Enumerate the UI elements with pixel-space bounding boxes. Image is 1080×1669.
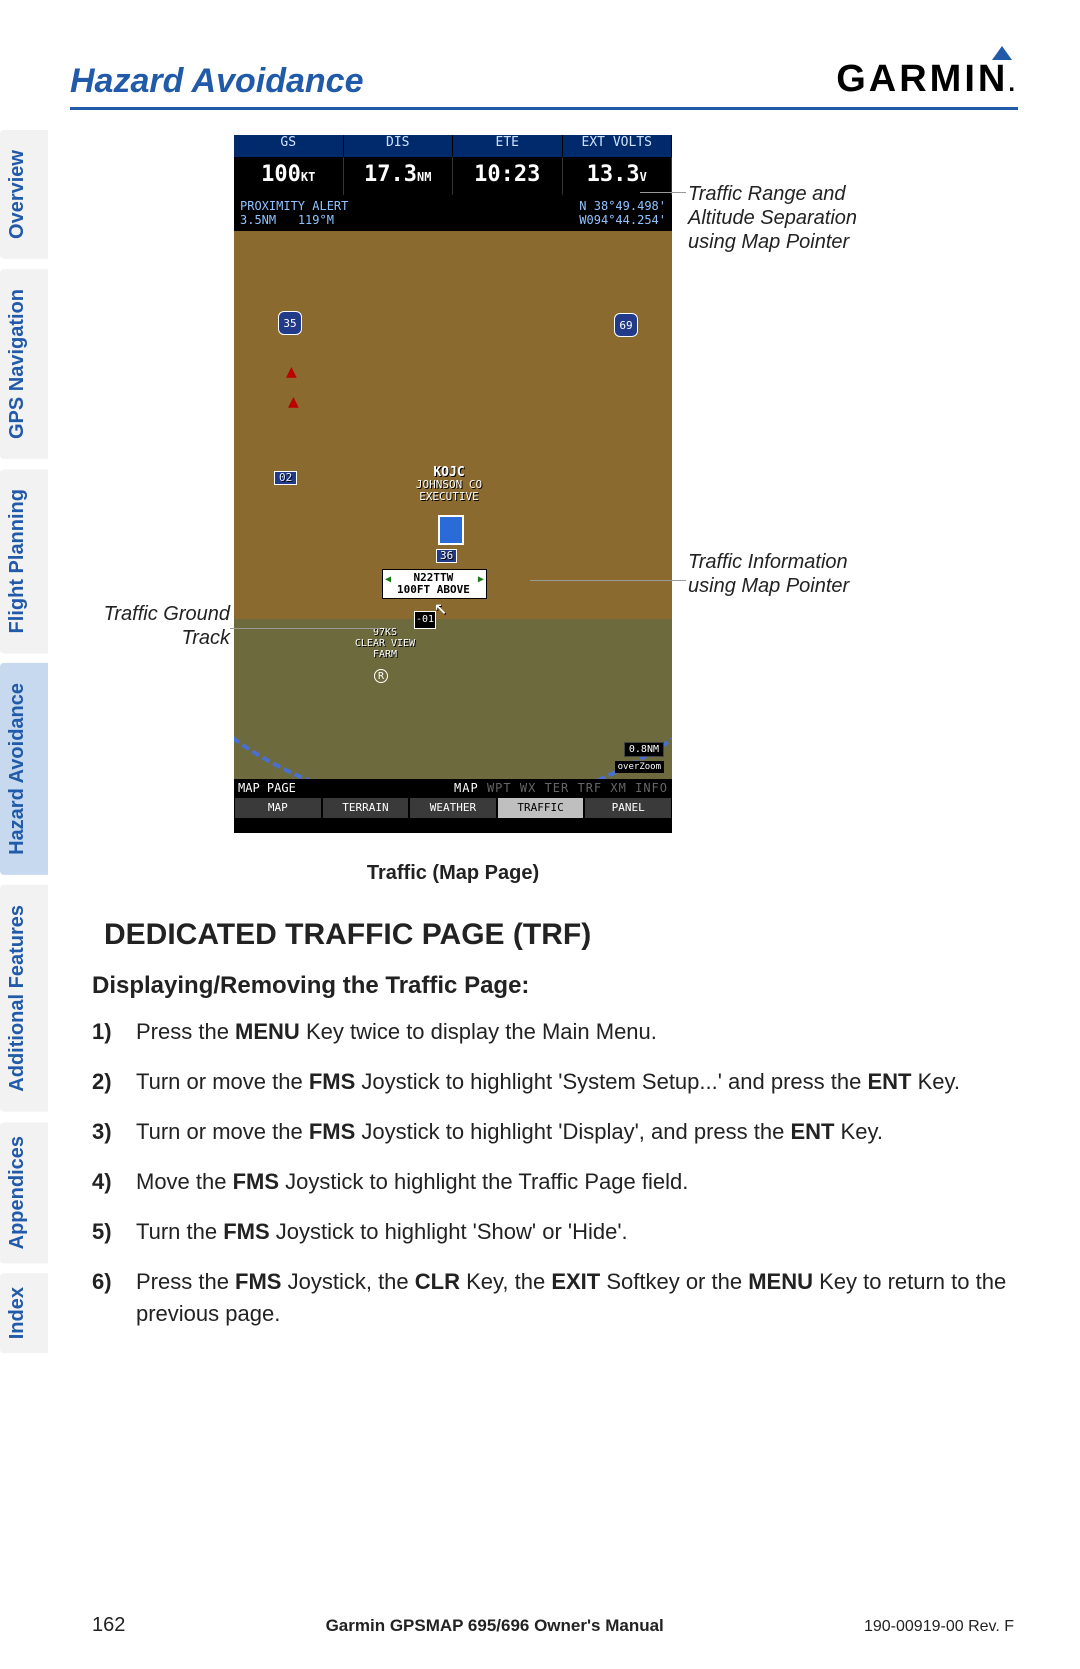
value-volts: 13.3V <box>563 157 673 195</box>
tab-hazard-avoidance[interactable]: Hazard Avoidance <box>0 663 48 875</box>
figure-caption: Traffic (Map Page) <box>234 862 672 885</box>
tab-gps-navigation[interactable]: GPS Navigation <box>0 269 48 459</box>
pointer-lat: N 38°49.498' <box>579 199 666 213</box>
pointer-lon: W094°44.254' <box>579 213 666 227</box>
callout-info: Traffic Information using Map Pointer <box>688 550 888 598</box>
softkey-weather[interactable]: WEATHER <box>410 798 496 818</box>
obstacle-icon: ▲ <box>286 361 297 382</box>
label-volts: EXT VOLTS <box>563 135 673 157</box>
page-footer: 162 Garmin GPSMAP 695/696 Owner's Manual… <box>0 1614 1080 1637</box>
heading-02: 02 <box>274 471 297 485</box>
callout-ground-track: Traffic Ground Track <box>90 602 230 650</box>
softkey-bar: MAP TERRAIN WEATHER TRAFFIC PANEL <box>234 797 672 819</box>
step-6: 6) Press the FMS Joystick, the CLR Key, … <box>92 1266 1014 1330</box>
page-indices: MAP WPT WX TER TRF XM INFO <box>454 781 668 795</box>
softkey-traffic[interactable]: TRAFFIC <box>498 798 584 818</box>
callout-range: Traffic Range and Altitude Separation us… <box>688 182 888 254</box>
ownship-icon <box>438 515 464 545</box>
manual-title: Garmin GPSMAP 695/696 Owner's Manual <box>326 1616 664 1636</box>
step-4: 4) Move the FMS Joystick to highlight th… <box>92 1166 1014 1198</box>
gps-field-labels: GS DIS ETE EXT VOLTS <box>234 135 672 157</box>
softkey-panel[interactable]: PANEL <box>585 798 671 818</box>
current-page-label: MAP PAGE <box>238 781 296 795</box>
runway-36: 36 <box>436 549 457 563</box>
proximity-bearing: 119°M <box>298 213 334 227</box>
proximity-distance: 3.5NM <box>240 213 276 227</box>
value-dis: 17.3NM <box>344 157 454 195</box>
tab-index[interactable]: Index <box>0 1273 48 1353</box>
highway-shield-35: 35 <box>278 311 302 335</box>
tab-appendices[interactable]: Appendices <box>0 1122 48 1263</box>
overzoom-label: overZoom <box>615 761 664 773</box>
page-group-bar: MAP PAGE MAP WPT WX TER TRF XM INFO <box>234 779 672 797</box>
highway-shield-69: 69 <box>614 313 638 337</box>
softkey-map[interactable]: MAP <box>235 798 321 818</box>
gps-field-values: 100KT 17.3NM 10:23 13.3V <box>234 157 672 195</box>
procedure-heading: Displaying/Removing the Traffic Page: <box>92 972 529 1000</box>
section-title: Hazard Avoidance <box>70 62 364 101</box>
page-header: Hazard Avoidance GARMIN <box>70 58 1018 110</box>
farm-label: 97KS CLEAR VIEW FARM <box>346 627 424 660</box>
label-gs: GS <box>234 135 344 157</box>
proximity-bar: PROXIMITY ALERT 3.5NM 119°M N 38°49.498'… <box>234 195 672 231</box>
step-2: 2) Turn or move the FMS Joystick to high… <box>92 1066 1014 1098</box>
step-1: 1) Press the MENU Key twice to display t… <box>92 1016 1014 1048</box>
tab-additional-features[interactable]: Additional Features <box>0 885 48 1112</box>
procedure-steps: 1) Press the MENU Key twice to display t… <box>92 1016 1014 1348</box>
side-tab-strip: Overview GPS Navigation Flight Planning … <box>0 130 48 1354</box>
section-heading: DEDICATED TRAFFIC PAGE (TRF) <box>104 918 591 952</box>
registered-icon: R <box>374 669 388 683</box>
callout-line <box>530 580 686 581</box>
map-canvas: 35 69 ▲ ▲ 02 KOJC JOHNSON CO EXECUTIVE 3… <box>234 231 672 779</box>
value-ete: 10:23 <box>453 157 563 195</box>
tab-flight-planning[interactable]: Flight Planning <box>0 469 48 653</box>
airport-label: KOJC JOHNSON CO EXECUTIVE <box>394 467 504 503</box>
proximity-title: PROXIMITY ALERT <box>240 199 348 213</box>
step-5: 5) Turn the FMS Joystick to highlight 'S… <box>92 1216 1014 1248</box>
doc-revision: 190-00919-00 Rev. F <box>864 1618 1014 1636</box>
value-gs: 100KT <box>234 157 344 195</box>
page-number: 162 <box>92 1614 125 1637</box>
tab-overview[interactable]: Overview <box>0 130 48 259</box>
label-dis: DIS <box>344 135 454 157</box>
softkey-terrain[interactable]: TERRAIN <box>323 798 409 818</box>
callout-line <box>230 628 380 629</box>
gps-screenshot: GS DIS ETE EXT VOLTS 100KT 17.3NM 10:23 … <box>234 135 672 833</box>
obstacle-icon: ▲ <box>288 391 299 412</box>
garmin-logo: GARMIN <box>836 58 1018 101</box>
label-ete: ETE <box>453 135 563 157</box>
map-scale: 0.8NM <box>624 742 664 757</box>
callout-line <box>640 192 686 193</box>
step-3: 3) Turn or move the FMS Joystick to high… <box>92 1116 1014 1148</box>
